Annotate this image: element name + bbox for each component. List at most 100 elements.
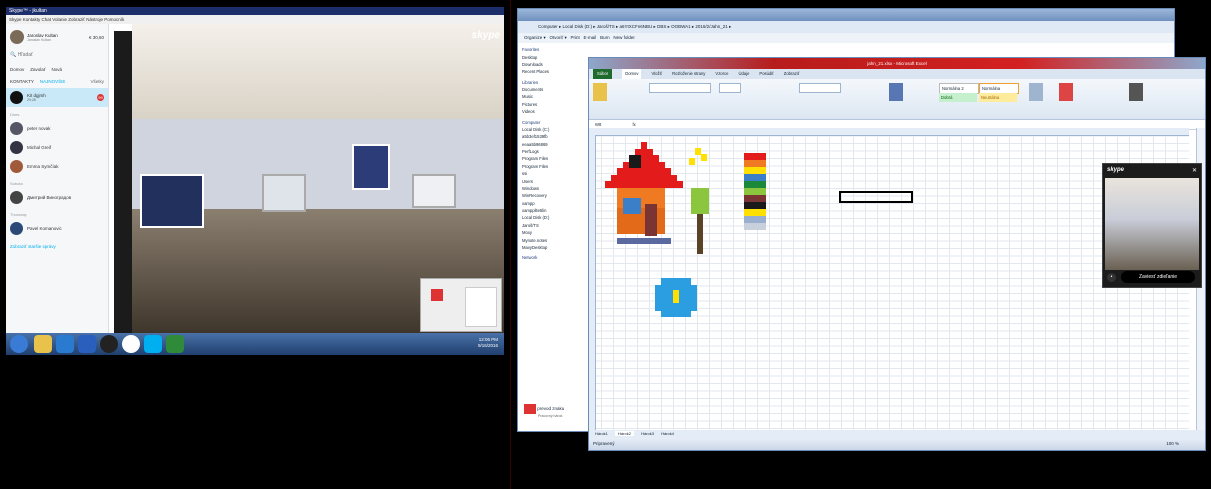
- sheet-tab-active[interactable]: Hárok2: [615, 431, 634, 436]
- nav-item[interactable]: eeaa5b96869: [518, 141, 588, 148]
- nav-item[interactable]: Windows: [518, 185, 588, 192]
- contact-item[interactable]: peter novak: [6, 119, 108, 138]
- tab-recent[interactable]: NAJNOVŠIE: [40, 79, 66, 84]
- mini-video: [1105, 178, 1199, 270]
- stop-sharing-button[interactable]: Zaviesť zdieľanie: [1121, 271, 1195, 283]
- nav-item[interactable]: Local Disk (C:): [518, 126, 588, 133]
- skype-taskbar-icon[interactable]: [144, 335, 162, 353]
- style-neutral[interactable]: Neutrálna: [979, 93, 1017, 102]
- nav-item[interactable]: xampplite5lin: [518, 207, 588, 214]
- organize-button[interactable]: Organize ▾: [524, 35, 546, 40]
- nav-item[interactable]: Jaroš/TS: [518, 222, 588, 229]
- font-size-selector[interactable]: [719, 83, 741, 93]
- nav-item[interactable]: Pictures: [518, 101, 588, 108]
- excel-taskbar-icon[interactable]: [166, 335, 184, 353]
- tab-view[interactable]: Zobraziť: [784, 69, 800, 79]
- wall-poster: [352, 144, 390, 190]
- nav-item[interactable]: Favorites: [518, 46, 588, 53]
- skype-mini-window[interactable]: skype ✕ • Zaviesť zdieľanie: [1102, 163, 1202, 288]
- home-button[interactable]: Domov: [10, 67, 24, 72]
- clock[interactable]: 12:06 PM 9/16/2016: [478, 337, 498, 349]
- print-button[interactable]: Print: [571, 35, 580, 40]
- nav-item[interactable]: MavyDesktop: [518, 244, 588, 251]
- tab-home[interactable]: Domov: [622, 69, 642, 79]
- new-folder-button[interactable]: New folder: [613, 35, 635, 40]
- nav-item[interactable]: PerfLogs: [518, 148, 588, 155]
- profile-name: Jaroslav Kultan: [27, 32, 58, 38]
- search-input[interactable]: 🔍 Hľadať: [6, 46, 108, 64]
- tab-formulas[interactable]: Vzorce: [715, 69, 728, 79]
- tab-review[interactable]: Posúdiť: [759, 69, 773, 79]
- open-button[interactable]: Otvoriť ▾: [550, 35, 567, 40]
- filter-dropdown[interactable]: Všetky: [90, 79, 104, 84]
- nav-item[interactable]: Documents: [518, 86, 588, 93]
- delete-cells-icon[interactable]: [1059, 83, 1073, 101]
- word-taskbar-icon[interactable]: [78, 335, 96, 353]
- nav-item[interactable]: a5b3ef1539fb: [518, 133, 588, 140]
- nav-item[interactable]: xampp: [518, 200, 588, 207]
- nav-item[interactable]: Desktop: [518, 53, 588, 60]
- nav-item[interactable]: Downloads: [518, 61, 588, 68]
- tab-data[interactable]: Údaje: [738, 69, 749, 79]
- close-icon[interactable]: ✕: [1192, 167, 1197, 174]
- burn-button[interactable]: Burn: [600, 35, 610, 40]
- new-button[interactable]: Nová: [51, 67, 62, 72]
- media-taskbar-icon[interactable]: [100, 335, 118, 353]
- nav-item[interactable]: Libraries: [518, 79, 588, 86]
- profile[interactable]: Jaroslav Kultan Jaroslav Kultan € 30,60: [6, 24, 108, 46]
- nav-item[interactable]: Network: [518, 254, 588, 261]
- contact-item[interactable]: Kit dgjmh 29:28 99: [6, 88, 108, 107]
- tab-contacts[interactable]: KONTAKTY: [10, 79, 34, 84]
- sheet-tab[interactable]: Hárok3: [641, 431, 654, 436]
- clock-date: 9/16/2016: [477, 343, 498, 348]
- tab-insert[interactable]: Vložiť: [651, 69, 662, 79]
- contact-item[interactable]: Michal Greif: [6, 138, 108, 157]
- sheet-tab[interactable]: Hárok1: [595, 431, 608, 436]
- skype-menu[interactable]: Skype Kontakty Chat Volanie Zobraziť Nás…: [6, 15, 504, 24]
- active-cell[interactable]: [839, 191, 913, 203]
- nav-item[interactable]: Recent Places: [518, 68, 588, 75]
- contact-item[interactable]: Дмитрий Виноградов: [6, 188, 108, 207]
- chrome-taskbar-icon[interactable]: [122, 335, 140, 353]
- tab-file[interactable]: Súbor: [593, 69, 613, 79]
- nav-item[interactable]: Videos: [518, 108, 588, 115]
- avatar[interactable]: [10, 30, 24, 44]
- tab-page-layout[interactable]: Rozloženie strany: [672, 69, 705, 79]
- paste-icon[interactable]: [593, 83, 607, 101]
- more-icon[interactable]: •: [1107, 273, 1116, 282]
- name-box[interactable]: W8: [595, 122, 601, 127]
- self-preview[interactable]: [420, 278, 502, 332]
- nav-item[interactable]: Moxy: [518, 229, 588, 236]
- contact-item[interactable]: Emma Symčíak: [6, 157, 108, 176]
- nav-item[interactable]: Music: [518, 93, 588, 100]
- address-bar[interactable]: Computer ▸ Local Disk (D:) ▸ Jaroš/TS ▸ …: [518, 21, 1174, 33]
- nav-item[interactable]: Program Files: [518, 155, 588, 162]
- conditional-format-icon[interactable]: [889, 83, 903, 101]
- style-good[interactable]: Dobrá: [939, 93, 977, 102]
- number-format-selector[interactable]: [799, 83, 841, 93]
- nav-item[interactable]: Users: [518, 177, 588, 184]
- contact-item[interactable]: Pavel Komanovic: [6, 219, 108, 238]
- call-button[interactable]: Zavolať: [30, 67, 45, 72]
- nav-item[interactable]: WinRecovery: [518, 192, 588, 199]
- sheet-tab[interactable]: Hárok4: [661, 431, 674, 436]
- section-label: Thursday: [10, 212, 27, 217]
- ie-taskbar-icon[interactable]: [56, 335, 74, 353]
- credit[interactable]: € 30,60: [89, 35, 104, 40]
- start-button[interactable]: [10, 335, 28, 353]
- email-button[interactable]: E-mail: [584, 35, 597, 40]
- explorer-taskbar-icon[interactable]: [34, 335, 52, 353]
- sort-filter-icon[interactable]: [1129, 83, 1143, 101]
- pixel-cell: [703, 207, 709, 214]
- nav-item[interactable]: Mynote.notes: [518, 236, 588, 243]
- zoom-level[interactable]: 100 %: [1166, 438, 1179, 450]
- nav-item[interactable]: Local Disk (D:): [518, 214, 588, 221]
- nav-item[interactable]: Program Files: [518, 163, 588, 170]
- insert-cells-icon[interactable]: [1029, 83, 1043, 101]
- font-selector[interactable]: [649, 83, 711, 93]
- nav-item[interactable]: ssi: [518, 170, 588, 177]
- older-messages-link[interactable]: Zobraziť staršie správy: [6, 238, 108, 255]
- contact-tabs: KONTAKTY NAJNOVŠIE Všetky: [6, 75, 108, 88]
- nav-item[interactable]: Computer: [518, 118, 588, 125]
- selected-file[interactable]: prevod znaku Pracovný hárok: [524, 404, 584, 426]
